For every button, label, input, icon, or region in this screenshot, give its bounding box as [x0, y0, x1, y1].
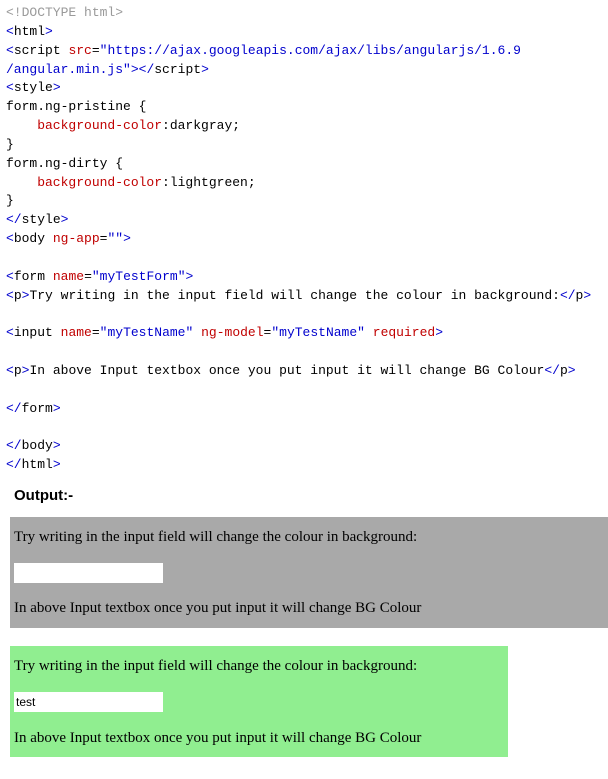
demo-text-1b: Try writing in the input field will chan… [14, 656, 504, 678]
tag-script-open: <script src="https://ajax.googleapis.com… [6, 43, 521, 58]
demo-text-2: In above Input textbox once you put inpu… [14, 598, 604, 620]
tag-form-close: </form> [6, 401, 61, 416]
tag-input: <input name="myTestName" ng-model="myTes… [6, 325, 443, 340]
code-block: <!DOCTYPE html> <html> <script src="http… [6, 4, 602, 475]
tag-form-open: <form name="myTestForm"> [6, 269, 193, 284]
demo-form-pristine: Try writing in the input field will chan… [10, 517, 608, 628]
demo-input-dirty[interactable] [14, 692, 163, 712]
demo-form-dirty: Try writing in the input field will chan… [10, 646, 508, 757]
output-heading: Output:- [14, 485, 602, 507]
tag-p2: <p>In above Input textbox once you put i… [6, 363, 576, 378]
css-close-2: } [6, 193, 14, 208]
demo-input-pristine[interactable] [14, 563, 163, 583]
tag-html-close: </html> [6, 457, 61, 472]
script-src-line2: /angular.min.js"></script> [6, 62, 209, 77]
doctype-line: <!DOCTYPE html> [6, 5, 123, 20]
tag-style-open: <style> [6, 80, 61, 95]
demo-text-2b: In above Input textbox once you put inpu… [14, 728, 504, 750]
css-selector-pristine: form.ng-pristine { [6, 99, 146, 114]
css-selector-dirty: form.ng-dirty { [6, 156, 123, 171]
css-close-1: } [6, 137, 14, 152]
tag-body-open: <body ng-app=""> [6, 231, 131, 246]
demo-text-1: Try writing in the input field will chan… [14, 527, 604, 549]
tag-body-close: </body> [6, 438, 61, 453]
css-rule-pristine: background-color:darkgray; [6, 118, 240, 133]
css-rule-dirty: background-color:lightgreen; [6, 175, 256, 190]
tag-html-open: <html> [6, 24, 53, 39]
tag-style-close: </style> [6, 212, 68, 227]
tag-p1: <p>Try writing in the input field will c… [6, 288, 591, 303]
